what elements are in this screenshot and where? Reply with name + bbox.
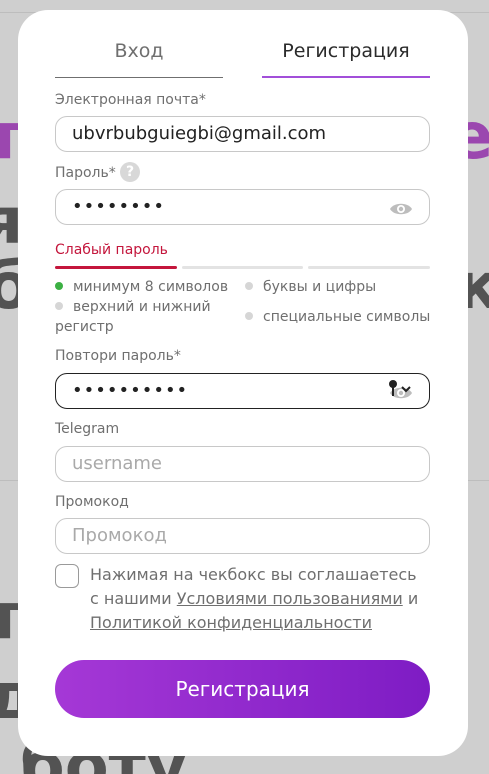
telegram-input[interactable]: username [55,446,430,482]
auth-tabs: Вход Регистрация [55,38,430,78]
rule-ok-dot [55,282,63,290]
strength-segment [308,266,430,269]
rule-text: буквы и цифры [263,279,377,295]
email-label: Электронная почта* [55,92,206,108]
register-button[interactable]: Регистрация [55,660,430,718]
password-strength-text: Слабый пароль [55,242,168,258]
promo-label: Промокод [55,494,129,510]
rule-text: минимум 8 символов [73,279,229,295]
rule-special: специальные символы [245,307,430,327]
password-field[interactable]: •••••••• [55,189,430,225]
telegram-placeholder: username [72,453,162,474]
rule-case: верхний и нижний регистр [55,297,225,337]
eye-icon[interactable] [389,201,413,217]
agreement-checkbox[interactable] [55,564,79,588]
repeat-password-value: •••••••••• [72,380,189,401]
rule-pending-dot [55,302,63,310]
password-manager-icon[interactable] [387,379,413,397]
rule-pending-dot [245,312,253,320]
password-label: Пароль* [55,165,116,181]
strength-segment [182,266,303,269]
agreement-and: и [407,589,419,608]
rule-letters-digits: буквы и цифры [245,277,376,297]
promo-placeholder: Промокод [72,525,167,546]
password-value: •••••••• [72,196,165,217]
email-field[interactable]: ubvrbubguiegbi@gmail.com [55,116,430,152]
password-strength-meter [55,266,430,269]
tab-login[interactable]: Вход [55,38,223,78]
rule-text: специальные символы [263,309,431,325]
strength-segment-active [55,266,177,269]
repeat-password-field[interactable]: •••••••••• [55,373,430,409]
email-value: ubvrbubguiegbi@gmail.com [72,123,327,144]
tab-register[interactable]: Регистрация [262,38,430,78]
repeat-password-label: Повтори пароль* [55,348,181,364]
privacy-link[interactable]: Политикой конфиденциальности [90,613,372,632]
telegram-label: Telegram [55,421,120,437]
registration-modal: Вход Регистрация Электронная почта* ubvr… [18,10,468,756]
rule-min-length: минимум 8 символов [55,277,228,297]
help-icon[interactable]: ? [120,162,140,182]
agreement-text: Нажимая на чекбокс вы соглашаетесь с наш… [90,563,430,635]
rule-pending-dot [245,282,253,290]
promo-input[interactable]: Промокод [55,518,430,554]
rule-text: верхний и нижний регистр [55,299,211,335]
terms-link[interactable]: Условиями пользованиями [177,589,403,608]
